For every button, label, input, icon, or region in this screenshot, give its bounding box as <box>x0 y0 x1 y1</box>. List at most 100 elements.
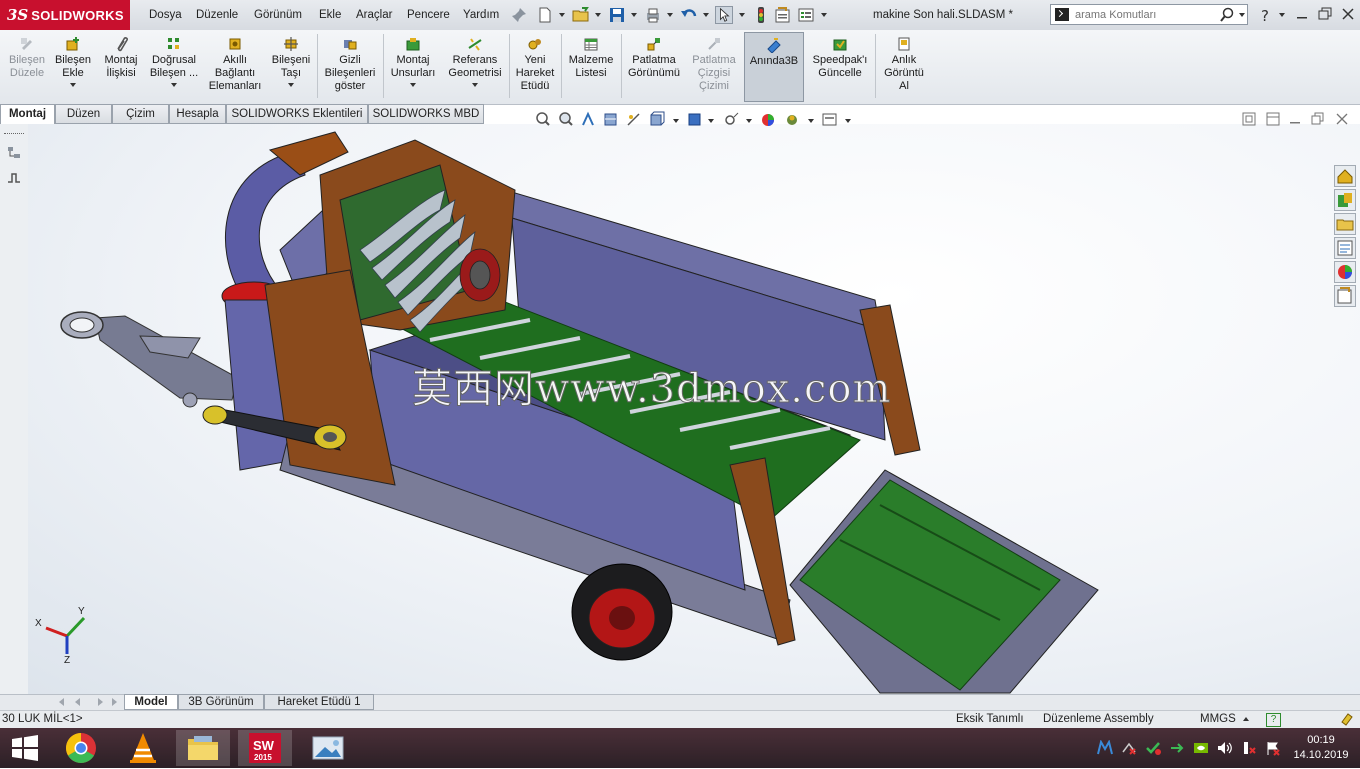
pin-icon[interactable] <box>510 6 528 24</box>
add-component-button[interactable]: Bileşen Ekle <box>52 32 94 102</box>
menu-araclar[interactable]: Araçlar <box>356 0 392 30</box>
property-manager-icon[interactable] <box>6 170 22 186</box>
exploded-view-button[interactable]: Patlatma Görünümü <box>624 32 684 102</box>
chevron-down-icon[interactable] <box>821 13 827 17</box>
command-search-box[interactable] <box>1050 4 1248 25</box>
menu-yardim[interactable]: Yardım <box>463 0 499 30</box>
rebuild-traffic-light-icon[interactable] <box>752 6 770 24</box>
file-explorer-tab[interactable] <box>1334 213 1356 235</box>
mate-button[interactable]: Montaj İlişkisi <box>98 32 144 102</box>
solidworks-2015-icon: SW2015 <box>249 733 281 763</box>
tray-nvidia-icon[interactable] <box>1193 740 1209 756</box>
show-hidden-components-button[interactable]: Gizli Bileşenleri göster <box>321 32 379 102</box>
taskbar-photos[interactable] <box>301 730 355 766</box>
taskbar-vlc[interactable] <box>116 730 170 766</box>
tray-network-warning-icon[interactable] <box>1121 740 1137 756</box>
view-palette-tab[interactable] <box>1334 237 1356 259</box>
taskbar-chrome[interactable] <box>54 730 108 766</box>
tab-hesapla[interactable]: Hesapla <box>169 104 226 124</box>
chevron-down-icon[interactable] <box>288 83 294 87</box>
tray-volume-icon[interactable] <box>1217 740 1233 756</box>
smart-fasteners-button[interactable]: Akıllı Bağlantı Elemanları <box>204 32 266 102</box>
design-library-tab[interactable] <box>1334 189 1356 211</box>
tray-flag-icon[interactable] <box>1265 740 1281 756</box>
save-icon[interactable] <box>608 6 626 24</box>
take-snapshot-button[interactable]: Anlık Görüntü Al <box>878 32 930 102</box>
tab-model[interactable]: Model <box>124 694 178 710</box>
take-snapshot-label: Anlık Görüntü Al <box>884 54 924 92</box>
print-icon[interactable] <box>644 6 662 24</box>
menu-gorunum[interactable]: Görünüm <box>254 0 302 30</box>
update-speedpak-button[interactable]: Speedpak'ı Güncelle <box>808 32 872 102</box>
menu-duzenle[interactable]: Düzenle <box>196 0 238 30</box>
tab-montaj[interactable]: Montaj <box>0 104 55 124</box>
menu-pencere[interactable]: Pencere <box>407 0 450 30</box>
chevron-down-icon[interactable] <box>559 13 565 17</box>
tab-cizim[interactable]: Çizim <box>112 104 169 124</box>
tray-arrow-icon[interactable] <box>1169 740 1185 756</box>
tray-security-icon[interactable] <box>1145 740 1161 756</box>
search-input[interactable] <box>1075 6 1215 23</box>
system-clock[interactable]: 00:19 14.10.2019 <box>1286 733 1356 763</box>
solidworks-logo[interactable]: 3S SOLIDWORKS <box>0 0 130 30</box>
file-properties-icon[interactable] <box>774 6 792 24</box>
windows-start-icon[interactable] <box>11 735 39 761</box>
reference-geometry-button[interactable]: Referans Geometrisi <box>444 32 506 102</box>
chevron-down-icon[interactable] <box>171 83 177 87</box>
taskbar-solidworks-2015[interactable]: SW 2015 <box>238 730 292 766</box>
bill-of-materials-button[interactable]: Malzeme Listesi <box>564 32 618 102</box>
restore-icon[interactable] <box>1315 4 1335 24</box>
rebuild-status-icon[interactable] <box>1340 712 1354 727</box>
menu-ekle[interactable]: Ekle <box>319 0 341 30</box>
menu-dosya[interactable]: Dosya <box>149 0 182 30</box>
feature-tree-icon[interactable] <box>6 145 22 161</box>
discharge-chute <box>789 469 1099 694</box>
unit-system-selector[interactable]: MMGS <box>1200 711 1236 728</box>
close-icon[interactable] <box>1338 4 1358 24</box>
select-cursor-icon[interactable] <box>715 6 733 24</box>
tray-app-icon[interactable] <box>1097 740 1113 756</box>
edit-component-button[interactable]: Bileşen Düzele <box>4 32 50 102</box>
tab-solidworks-mbd[interactable]: SOLIDWORKS MBD <box>368 104 484 124</box>
chevron-down-icon[interactable] <box>472 83 478 87</box>
chevron-down-icon[interactable] <box>703 13 709 17</box>
tab-solidworks-eklentileri[interactable]: SOLIDWORKS Eklentileri <box>226 104 368 124</box>
chevron-down-icon[interactable] <box>70 83 76 87</box>
chrome-icon <box>65 733 96 764</box>
taskbar-file-explorer[interactable] <box>176 730 230 766</box>
appearances-tab[interactable] <box>1334 261 1356 283</box>
photo-viewer-icon <box>312 736 344 760</box>
viewport-window-controls[interactable] <box>1242 112 1352 126</box>
chevron-down-icon[interactable] <box>1279 13 1285 17</box>
quick-tips-help-icon[interactable]: ? <box>1266 713 1281 727</box>
open-folder-icon[interactable] <box>572 6 590 24</box>
chevron-down-icon[interactable] <box>739 13 745 17</box>
move-component-button[interactable]: Bileşeni Taşı <box>270 32 312 102</box>
assembly-features-button[interactable]: Montaj Unsurları <box>387 32 439 102</box>
exploded-view-icon <box>647 38 660 51</box>
linear-pattern-button[interactable]: Doğrusal Bileşen ... <box>148 32 200 102</box>
search-icon[interactable] <box>1219 7 1235 23</box>
tab-3d-view[interactable]: 3B Görünüm <box>178 694 264 710</box>
options-icon[interactable] <box>797 6 815 24</box>
chevron-down-icon[interactable] <box>667 13 673 17</box>
custom-properties-tab[interactable] <box>1334 285 1356 307</box>
chevron-down-icon[interactable] <box>631 13 637 17</box>
chevron-down-icon[interactable] <box>410 83 416 87</box>
tab-scroll-arrows[interactable] <box>56 696 120 708</box>
help-icon[interactable]: ? <box>1257 6 1275 24</box>
chevron-down-icon[interactable] <box>595 13 601 17</box>
tab-duzen[interactable]: Düzen <box>55 104 112 124</box>
new-document-icon[interactable] <box>536 6 554 24</box>
undo-icon[interactable] <box>680 6 698 24</box>
chevron-down-icon[interactable] <box>1239 13 1245 17</box>
tab-motion-study-1[interactable]: Hareket Etüdü 1 <box>264 694 374 710</box>
instant3d-button[interactable]: Anında3B <box>744 32 804 102</box>
tray-power-icon[interactable] <box>1241 740 1257 756</box>
new-motion-study-button[interactable]: Yeni Hareket Etüdü <box>512 32 558 102</box>
panel-grip[interactable] <box>4 133 24 135</box>
explode-line-sketch-button[interactable]: Patlatma Çizgisi Çizimi <box>688 32 740 102</box>
chevron-up-icon[interactable] <box>1243 717 1249 721</box>
solidworks-resources-tab[interactable] <box>1334 165 1356 187</box>
minimize-icon[interactable] <box>1292 4 1312 24</box>
